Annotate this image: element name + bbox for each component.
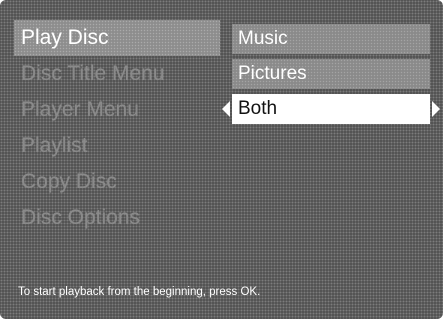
dvd-menu-screen: Play Disc Disc Title Menu Player Menu Pl…	[0, 0, 443, 319]
help-hint-text: To start playback from the beginning, pr…	[18, 286, 261, 298]
menu-item-copy-disc[interactable]: Copy Disc	[14, 164, 220, 200]
play-disc-submenu: Music Pictures Both	[222, 24, 440, 129]
menu-item-play-disc[interactable]: Play Disc	[14, 20, 220, 56]
menu-item-player-menu[interactable]: Player Menu	[14, 92, 220, 128]
submenu-item-both-label: Both	[238, 98, 278, 119]
main-menu: Play Disc Disc Title Menu Player Menu Pl…	[14, 20, 220, 236]
submenu-item-pictures[interactable]: Pictures	[232, 59, 430, 89]
right-arrow-icon	[432, 101, 440, 117]
menu-item-disc-title-menu[interactable]: Disc Title Menu	[14, 56, 220, 92]
menu-item-disc-options[interactable]: Disc Options	[14, 200, 220, 236]
submenu-item-music[interactable]: Music	[232, 24, 430, 54]
menu-item-playlist[interactable]: Playlist	[14, 128, 220, 164]
submenu-item-both[interactable]: Both	[222, 94, 440, 124]
left-arrow-icon	[222, 101, 230, 117]
